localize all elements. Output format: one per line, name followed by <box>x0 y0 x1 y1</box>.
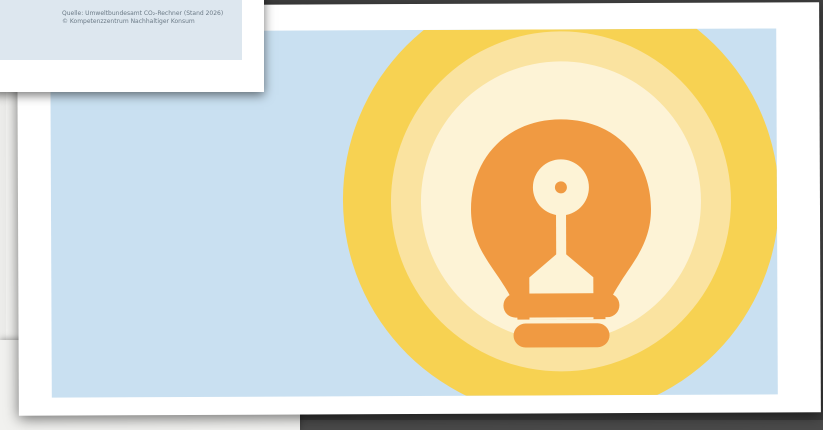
source-caption: Quelle: Umweltbundesamt CO₂-Rechner (Sta… <box>62 10 240 26</box>
source-caption-sheet: Quelle: Umweltbundesamt CO₂-Rechner (Sta… <box>0 0 264 92</box>
filament-dot-icon <box>554 181 567 194</box>
bulb-base-bottom-icon <box>513 323 610 348</box>
bulb-base-top-icon <box>503 293 620 318</box>
source-caption-line2: © Kompetenzzentrum Nachhaltiger Konsum <box>62 18 195 25</box>
source-caption-line1: Quelle: Umweltbundesamt CO₂-Rechner (Sta… <box>62 10 224 17</box>
source-caption-band: Quelle: Umweltbundesamt CO₂-Rechner (Sta… <box>0 0 242 60</box>
